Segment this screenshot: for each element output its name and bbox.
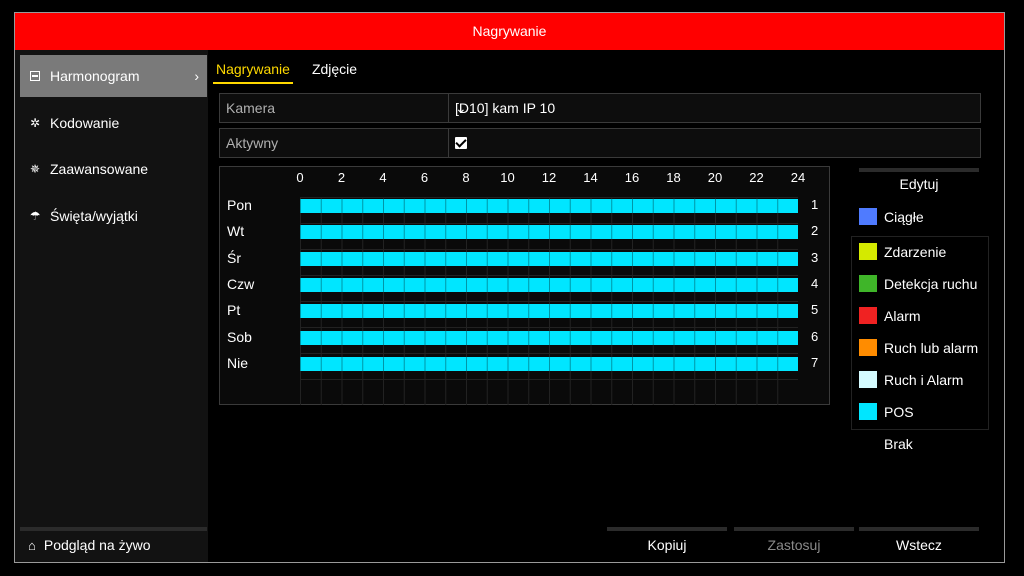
sidebar-item-kodowanie[interactable]: ✲ Kodowanie: [20, 102, 207, 144]
hour-label: 4: [379, 170, 387, 185]
chevron-down-icon: ⌄: [455, 100, 467, 116]
sidebar-item-label: Zaawansowane: [50, 161, 149, 177]
legend-item[interactable]: Ruch i Alarm: [859, 371, 963, 388]
camera-label: Kamera: [226, 100, 276, 116]
tab-nagrywanie[interactable]: Nagrywanie: [213, 58, 293, 84]
edit-button[interactable]: Edytuj: [859, 168, 979, 197]
camera-row: Kamera [D10] kam IP 10 ⌄: [219, 93, 981, 123]
hour-label: 16: [624, 170, 640, 185]
schedule-bar-Śr[interactable]: [300, 251, 798, 266]
day-number[interactable]: 2: [811, 223, 818, 238]
legend-label: Detekcja ruchu: [884, 275, 978, 292]
day-label: Czw: [227, 275, 255, 292]
day-number[interactable]: 5: [811, 302, 818, 317]
day-label: Nie: [227, 354, 249, 371]
hour-label: 10: [500, 170, 515, 185]
legend-label: Ruch lub alarm: [884, 339, 979, 356]
hour-label: 22: [749, 170, 764, 185]
day-number[interactable]: 1: [811, 197, 818, 212]
hour-label: 14: [583, 170, 598, 185]
live-view-label: Podgląd na żywo: [43, 537, 151, 553]
legend-swatch: [859, 243, 877, 260]
legend-panel: [851, 236, 989, 430]
chevron-right-icon: ›: [194, 68, 199, 84]
legend-label: Zdarzenie: [884, 243, 947, 260]
day-label: Śr: [227, 249, 241, 266]
hour-label: 24: [790, 170, 806, 185]
legend-swatch: [859, 435, 877, 452]
legend-swatch: [859, 208, 877, 225]
active-label: Aktywny: [226, 135, 279, 151]
window-title: Nagrywanie: [472, 23, 547, 39]
day-number[interactable]: 7: [811, 355, 818, 370]
legend-swatch: [859, 307, 877, 324]
camera-select[interactable]: [D10] kam IP 10 ⌄: [448, 94, 980, 122]
title-bar: Nagrywanie: [15, 13, 1004, 50]
legend-swatch: [859, 275, 877, 292]
copy-button[interactable]: Kopiuj: [607, 527, 727, 559]
legend-item[interactable]: Ciągłe: [859, 208, 924, 225]
day-label: Sob: [227, 328, 252, 345]
schedule-bar-Czw[interactable]: [300, 277, 798, 292]
legend-label: Ruch i Alarm: [884, 371, 964, 388]
day-label: Pon: [227, 197, 252, 213]
day-label: Wt: [227, 223, 245, 240]
hour-label: 2: [337, 170, 346, 185]
home-icon: ⌂: [28, 537, 36, 553]
legend-swatch: [859, 371, 877, 388]
legend-item[interactable]: POS: [859, 403, 914, 420]
schedule-bar-Wt[interactable]: [300, 225, 798, 240]
schedule-bar-Nie[interactable]: [300, 356, 798, 371]
legend-label: Alarm: [884, 307, 921, 324]
hour-label: 8: [462, 170, 470, 185]
tab-bar: Nagrywanie Zdjęcie: [213, 58, 376, 84]
hour-label: 20: [707, 170, 723, 185]
legend-swatch: [859, 403, 877, 420]
schedule-bar-Sob[interactable]: [300, 330, 798, 345]
legend-label: Ciągłe: [884, 208, 924, 225]
day-number[interactable]: 4: [811, 276, 818, 291]
day-number[interactable]: 6: [811, 329, 818, 344]
legend-item[interactable]: Alarm: [859, 307, 921, 324]
sidebar-item-swieta[interactable]: ☂ Święta/wyjątki: [20, 195, 207, 237]
live-view-button[interactable]: ⌂ Podgląd na żywo: [20, 527, 207, 559]
hour-label: 12: [541, 170, 557, 185]
day-label: Pt: [227, 302, 241, 319]
schedule-icon: [28, 69, 42, 83]
legend-swatch: [859, 339, 877, 356]
advanced-gear-icon: ✵: [29, 162, 41, 176]
schedule-bar-Pt[interactable]: [300, 304, 798, 319]
sidebar: Harmonogram › ✲ Kodowanie ✵ Zaawansowane…: [15, 50, 208, 562]
apply-button[interactable]: Zastosuj: [734, 527, 854, 559]
legend-item[interactable]: Detekcja ruchu: [859, 275, 977, 292]
sidebar-item-label: Święta/wyjątki: [50, 208, 138, 224]
legend-label: POS: [884, 403, 914, 420]
back-button[interactable]: Wstecz: [859, 527, 979, 559]
legend-label: Brak: [884, 435, 913, 452]
sidebar-item-label: Harmonogram: [50, 68, 140, 84]
umbrella-icon: ☂: [29, 209, 41, 223]
sidebar-item-zaawansowane[interactable]: ✵ Zaawansowane: [20, 148, 207, 190]
sidebar-item-harmonogram[interactable]: Harmonogram ›: [20, 55, 207, 97]
active-checkbox-cell: [448, 129, 980, 157]
legend-item[interactable]: Zdarzenie: [859, 243, 946, 260]
tab-zdjecie[interactable]: Zdjęcie: [309, 58, 360, 84]
active-checkbox[interactable]: [455, 137, 467, 149]
schedule-grid[interactable]: 0 2 4 6 8 10 12 14 16 18 20 22 24 Pon 1 Wt 2 Śr 3 Czw 4 Pt 5 S…: [219, 166, 830, 405]
hour-label: 18: [666, 170, 681, 185]
active-row: Aktywny: [219, 128, 981, 158]
sidebar-item-label: Kodowanie: [50, 115, 120, 131]
gear-icon: ✲: [29, 116, 41, 130]
hour-label: 0: [296, 170, 304, 185]
day-number[interactable]: 3: [811, 250, 818, 265]
schedule-bar-Pon[interactable]: [300, 199, 798, 213]
hour-label: 6: [420, 170, 429, 185]
legend-item[interactable]: Ruch lub alarm: [859, 339, 978, 356]
legend-item[interactable]: Brak: [859, 435, 913, 452]
